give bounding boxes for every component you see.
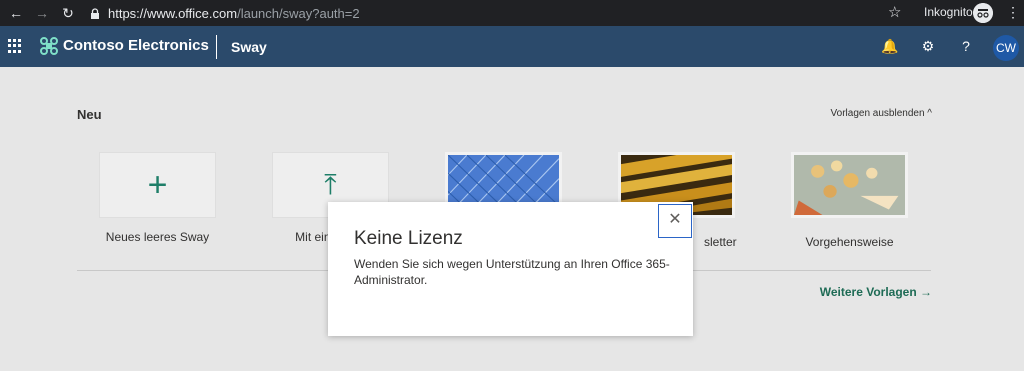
app-name[interactable]: Sway: [231, 39, 267, 55]
header-divider: [216, 35, 217, 59]
suite-header: Contoso Electronics Sway 🔔 ⚙ ? CW: [0, 26, 1024, 67]
more-templates-link[interactable]: Weitere Vorlagen →: [820, 285, 932, 299]
back-icon[interactable]: ←: [6, 3, 26, 23]
tile-label: Vorgehensweise: [805, 235, 894, 249]
section-title: Neu: [77, 107, 102, 122]
company-name[interactable]: Contoso Electronics: [63, 37, 209, 54]
incognito-icon: [973, 3, 993, 23]
template-thumbnail: [791, 152, 908, 218]
hide-templates-link[interactable]: Vorlagen ausblenden ^: [831, 108, 932, 119]
url-host: https://www.office.com: [108, 5, 238, 21]
reload-icon[interactable]: ↻: [58, 3, 78, 23]
tile-template-howto[interactable]: Vorgehensweise: [791, 152, 908, 249]
tile-label: Neues leeres Sway: [105, 230, 210, 244]
url-path: /launch/sway?auth=2: [237, 5, 360, 21]
close-icon[interactable]: ✕: [658, 204, 692, 238]
forward-icon[interactable]: →: [32, 3, 52, 23]
browser-toolbar: ← → ↻ https://www.office.com/launch/sway…: [0, 0, 1024, 26]
help-icon[interactable]: ?: [958, 38, 974, 54]
settings-gear-icon[interactable]: ⚙: [920, 38, 936, 54]
user-avatar[interactable]: CW: [993, 35, 1019, 61]
url-text: https://www.office.com/launch/sway?auth=…: [108, 6, 360, 21]
app-launcher-icon[interactable]: [8, 39, 22, 53]
tile-blank-sway[interactable]: + Neues leeres Sway: [99, 152, 216, 244]
browser-menu-icon[interactable]: ⋮: [1006, 4, 1020, 20]
dialog-message: Wenden Sie sich wegen Unterstützung an I…: [354, 257, 670, 287]
notification-bell-icon[interactable]: 🔔: [881, 38, 898, 54]
incognito-label: Inkognito: [924, 5, 973, 19]
company-logo-icon: [40, 37, 58, 55]
lock-icon: [91, 7, 99, 19]
dialog-title: Keine Lizenz: [354, 228, 463, 249]
plus-icon: +: [99, 152, 216, 218]
no-license-dialog: ✕ Keine Lizenz Wenden Sie sich wegen Unt…: [328, 202, 693, 336]
address-bar[interactable]: https://www.office.com/launch/sway?auth=…: [84, 3, 912, 23]
bookmark-star-icon[interactable]: ☆: [888, 3, 901, 21]
